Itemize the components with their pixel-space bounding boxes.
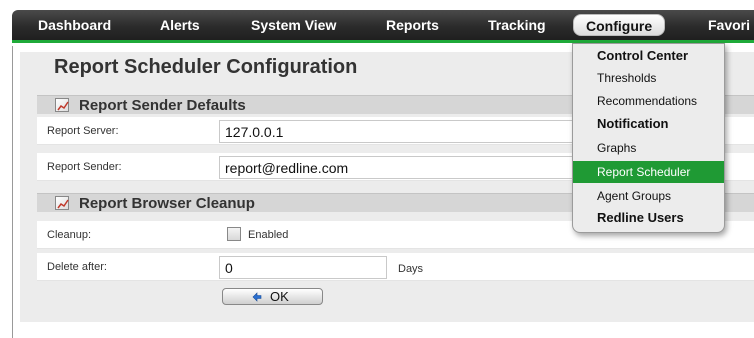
page-title: Report Scheduler Configuration (54, 56, 358, 78)
report-chart-icon (55, 196, 69, 210)
menu-item-report-scheduler[interactable]: Report Scheduler (573, 161, 724, 183)
refresh-arrow-icon (250, 290, 264, 307)
nav-system-view[interactable]: System View (251, 10, 336, 40)
configure-dropdown-menu: Control Center Thresholds Recommendation… (572, 43, 725, 233)
ok-button[interactable]: OK (222, 288, 323, 305)
section-title: Report Sender Defaults (79, 97, 246, 114)
nav-dashboard[interactable]: Dashboard (38, 10, 111, 40)
ok-button-label: OK (270, 289, 289, 304)
section-title: Report Browser Cleanup (79, 195, 255, 212)
report-chart-icon (55, 98, 69, 112)
menu-item-recommendations[interactable]: Recommendations (573, 90, 724, 112)
menu-item-graphs[interactable]: Graphs (573, 137, 724, 159)
nav-alerts[interactable]: Alerts (160, 10, 200, 40)
menu-item-agent-groups[interactable]: Agent Groups (573, 185, 724, 207)
menu-item-redline-users[interactable]: Redline Users (573, 207, 724, 229)
menu-item-control-center[interactable]: Control Center (573, 45, 724, 67)
app-root: Dashboard Alerts System View Reports Tra… (0, 0, 754, 338)
report-sender-label: Report Sender: (47, 161, 122, 173)
enabled-checkbox-label[interactable]: Enabled (248, 225, 288, 245)
report-sender-input[interactable] (219, 156, 579, 179)
report-server-label: Report Server: (47, 125, 119, 137)
delete-after-label: Delete after: (47, 261, 107, 273)
cleanup-label: Cleanup: (47, 229, 92, 241)
delete-after-input[interactable] (219, 256, 387, 279)
menu-item-notification[interactable]: Notification (573, 113, 724, 135)
main-navbar: Dashboard Alerts System View Reports Tra… (12, 10, 754, 43)
menu-item-thresholds[interactable]: Thresholds (573, 67, 724, 89)
enabled-checkbox[interactable] (227, 227, 241, 241)
nav-configure[interactable]: Configure (573, 14, 666, 36)
form-row-delete-after: Delete after: Days (37, 253, 754, 281)
days-unit-label: Days (398, 263, 424, 275)
report-server-input[interactable] (219, 120, 579, 143)
nav-favorites[interactable]: Favori (708, 10, 750, 40)
nav-reports[interactable]: Reports (386, 10, 439, 40)
nav-tracking[interactable]: Tracking (488, 10, 546, 40)
